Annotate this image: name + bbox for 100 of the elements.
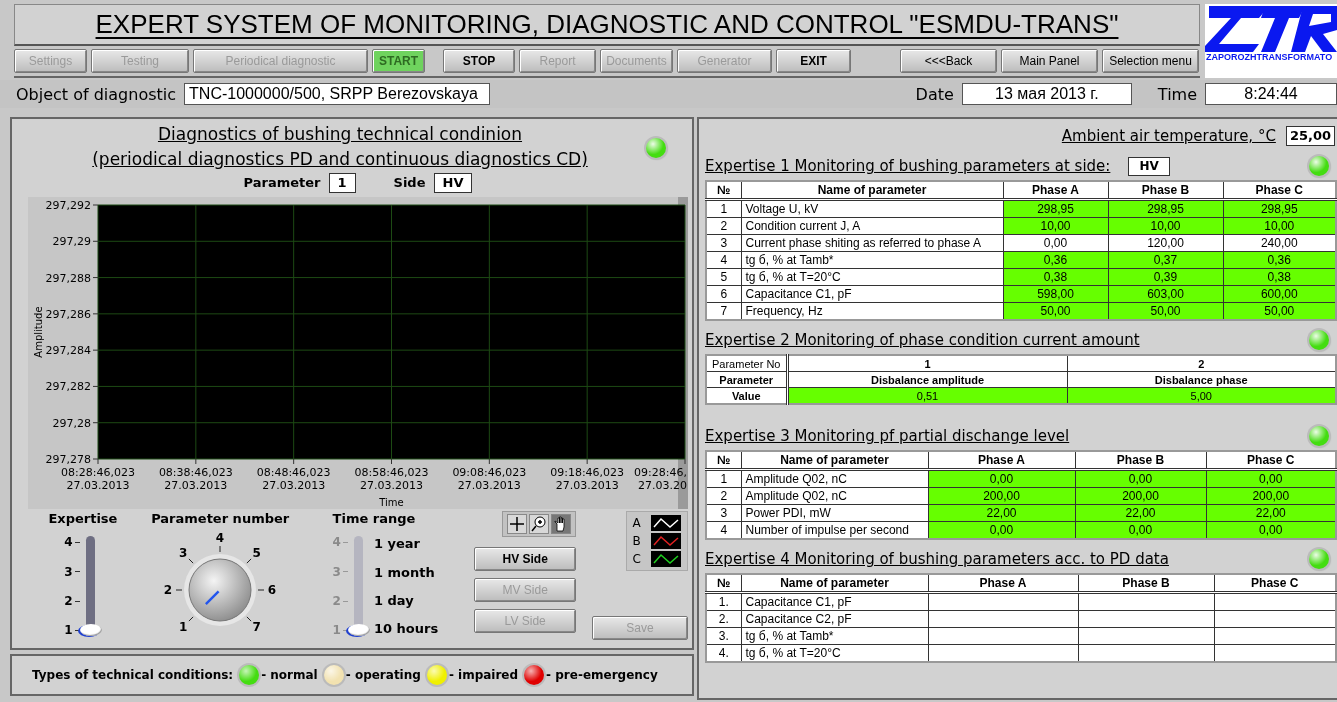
control-label: Parameter number [151, 511, 290, 527]
slider-thumb[interactable] [79, 624, 102, 637]
window-title: EXPERT SYSTEM OF MONITORING, DIAGNOSTIC AND CONTROL "ESMDU-TRANS" [95, 9, 1119, 40]
dial-label: 6 [268, 583, 277, 598]
table-cell: 298,95 [1108, 199, 1223, 218]
table-cell: 298,95 [1003, 199, 1108, 218]
y-tick-label: 297,282 [45, 380, 91, 394]
date-display: 13 мая 2013 г. [961, 83, 1132, 105]
table-cell: 1 [706, 199, 741, 218]
scale-label: 1 [64, 623, 73, 638]
side-button[interactable]: HV Side [474, 547, 577, 572]
legend-label: A [632, 516, 641, 531]
y-tick-label: 297,28 [52, 417, 91, 431]
section-title: Expertise 4 Monitoring of bushing parameters acc. to PD data [705, 550, 1169, 568]
condition-label: - operating [345, 668, 421, 682]
section-title: Expertise 1 Monitoring of bushing parameters at side: [705, 157, 1111, 175]
table-cell: Amplitude Q02, nC [741, 487, 928, 505]
plot-line-icon [650, 515, 681, 532]
dial-label: 5 [252, 546, 262, 561]
scale-label: 4 [332, 535, 341, 550]
table-cell: Capacitance C1, pF [741, 592, 928, 611]
table-cell: Capacitance C1, pF [741, 285, 1003, 303]
x-tick-label: 08:48:46,023 27.03.2013 [256, 466, 331, 493]
column-header: № [706, 574, 741, 593]
table-cell: 1 [706, 469, 741, 488]
plot-line-icon [651, 551, 681, 568]
object-label: Object of diagnostic [16, 84, 177, 104]
table-cell: 2 [706, 487, 741, 505]
control-label: Expertise [48, 511, 118, 527]
dial-label: 1 [179, 620, 188, 635]
table-cell: 3. [706, 627, 741, 645]
slider-thumb[interactable] [347, 624, 370, 637]
table-cell: 0,00 [928, 469, 1075, 488]
panel-title: (periodical diagnostics PD and continuous diagnostics CD) [92, 148, 588, 171]
column-header: № [706, 181, 741, 200]
table-cell: Current phase shiting as referred to phase A [741, 234, 1003, 252]
slider[interactable] [79, 536, 102, 637]
toolbar-button[interactable]: EXIT [776, 48, 851, 73]
table-cell: Power PDI, mW [741, 504, 928, 522]
table-cell: 120,00 [1108, 234, 1223, 252]
slider[interactable] [347, 536, 370, 637]
panel-title: Diagnostics of bushing technical condinion [157, 123, 523, 146]
nav-button[interactable]: Main Panel [1001, 48, 1098, 73]
table-cell: 0,00 [1075, 469, 1206, 488]
scale-label: 4 [64, 535, 73, 550]
zoom-icon[interactable] [529, 514, 550, 535]
side-display: HV [433, 172, 473, 193]
x-tick-label: 08:58:46,023 27.03.2013 [354, 466, 429, 493]
ambient-display: 25,00 [1285, 126, 1335, 146]
table-cell: 3 [706, 504, 741, 522]
y-tick-label: 297,284 [45, 344, 91, 358]
object-display: TNC-1000000/500, SRPP Berezovskaya [184, 83, 491, 105]
x-tick-label: 08:38:46,023 27.03.2013 [158, 466, 233, 493]
nav-button[interactable]: <<<Back [900, 48, 997, 73]
table-cell: 298,95 [1223, 199, 1336, 218]
y-tick-label: 297,292 [45, 199, 91, 213]
column-header: Phase A [928, 574, 1078, 593]
option-label: 10 hours [373, 621, 439, 637]
column-header: Phase B [1078, 574, 1214, 593]
y-tick-label: 297,29 [52, 235, 91, 249]
control-label: Time range [332, 511, 416, 527]
scale-label: 3 [64, 564, 73, 579]
table-cell: 6 [706, 285, 741, 303]
dial-label: 3 [179, 546, 188, 561]
date-label: Date [915, 84, 954, 104]
time-label: Time [1157, 84, 1197, 104]
table-cell: tg б, % at T=20°C [741, 268, 1003, 286]
crosshair-icon[interactable] [507, 514, 528, 535]
table-cell: Parameter [706, 371, 787, 388]
scale-label: 2 [332, 594, 341, 609]
y-tick-label: 297,288 [45, 272, 91, 285]
y-tick-label: 297,278 [45, 453, 91, 467]
dial-label: 7 [252, 620, 262, 635]
condition-label: - normal [261, 668, 318, 682]
table-cell: Condition current J, A [741, 217, 1003, 235]
table-cell: 4 [706, 251, 741, 269]
table-cell: 0,00 [1206, 469, 1336, 488]
column-header: № [706, 451, 741, 470]
hand-icon[interactable] [551, 514, 572, 535]
legend-label: C [632, 552, 641, 567]
ambient-label: Ambient air temperature, °C [1061, 127, 1276, 145]
column-header: Name of parameter [741, 574, 928, 593]
x-tick-label: 09:18:46,023 27.03.2013 [550, 466, 625, 493]
option-label: 1 day [373, 593, 415, 609]
legend-title: Types of technical conditions: [32, 668, 234, 682]
table-cell: Voltage U, kV [741, 199, 1003, 218]
scale-label: 3 [332, 564, 341, 579]
table-cell: Capacitance C2, pF [741, 610, 928, 628]
toolbar-button[interactable]: START [372, 48, 425, 73]
legend-label: B [632, 534, 641, 549]
table-cell: 5 [706, 268, 741, 286]
table-cell: Parameter No [706, 355, 787, 372]
section-title: Expertise 3 Monitoring pf partial dischange level [705, 427, 1070, 445]
toolbar-button[interactable]: STOP [443, 48, 515, 73]
dial-label: 2 [164, 583, 173, 598]
y-tick-label: 297,286 [45, 308, 91, 322]
table-cell: Disbalance amplitude [787, 371, 1067, 388]
column-header: Name of parameter [741, 451, 928, 470]
x-tick-label: 08:28:46,023 27.03.2013 [61, 466, 135, 493]
nav-button[interactable]: Selection menu [1102, 48, 1199, 73]
